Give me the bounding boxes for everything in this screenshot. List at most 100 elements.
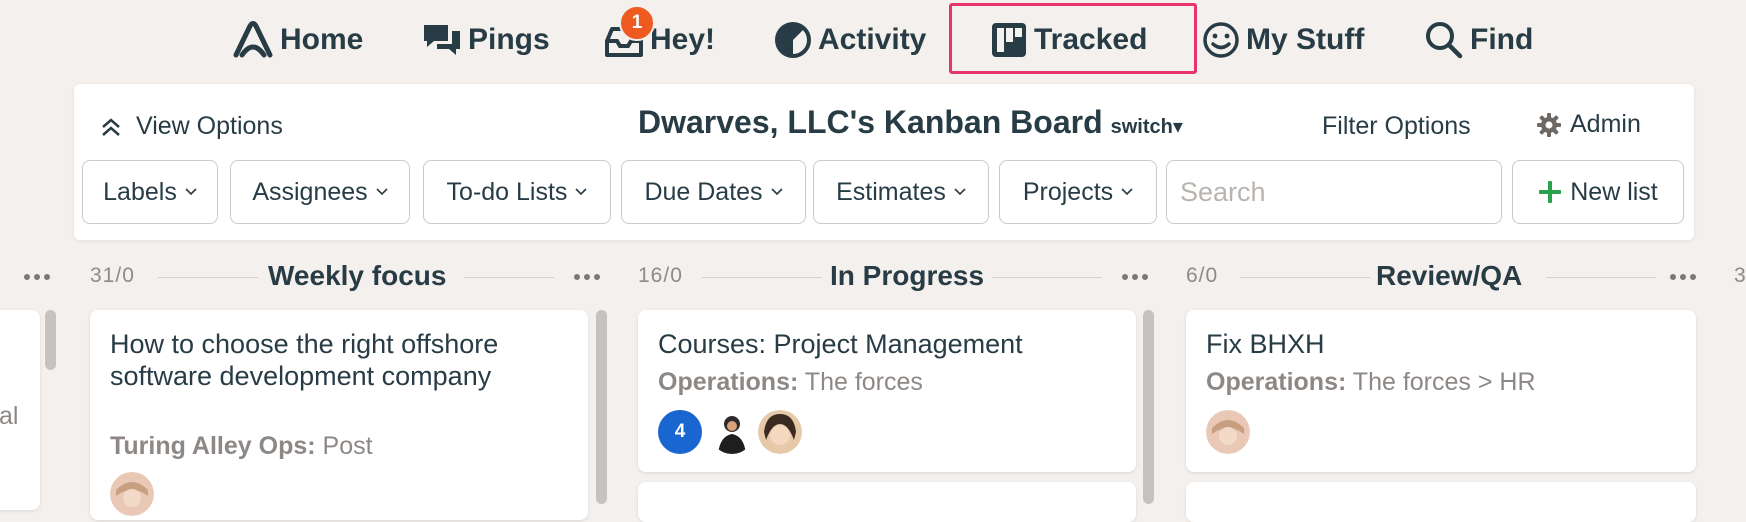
filter-labels-label: Labels	[103, 177, 177, 206]
column-header-weekly-focus: 31/0 Weekly focus	[90, 258, 610, 298]
notification-badge: 1	[619, 5, 655, 41]
card-list: The forces > HR	[1352, 368, 1536, 396]
nav-find-label: Find	[1470, 23, 1534, 56]
nav-my-stuff-label: My Stuff	[1246, 23, 1365, 56]
new-list-label: New list	[1570, 177, 1658, 206]
filter-labels[interactable]: Labels	[82, 160, 218, 224]
avatar[interactable]	[1206, 410, 1250, 454]
column-divider	[702, 277, 822, 278]
nav-activity[interactable]: Activity	[774, 18, 926, 62]
card-meta: Operations: The forces	[658, 368, 923, 397]
card-list: Post	[322, 432, 373, 460]
kanban-icon	[992, 23, 1026, 57]
nav-home[interactable]: Home	[232, 18, 363, 62]
home-icon	[233, 21, 273, 58]
card-in-progress-1[interactable]: Courses: Project Management Operations: …	[638, 310, 1136, 472]
column-header-in-progress: 16/0 In Progress	[638, 258, 1158, 298]
filter-due-dates-label: Due Dates	[644, 177, 763, 206]
filter-assignees-label: Assignees	[252, 177, 368, 206]
top-navigation: Home Pings Hey! 1 Activity Tracked My St…	[0, 0, 1746, 80]
column-count: 6/0	[1186, 264, 1219, 287]
column-divider	[464, 277, 554, 278]
chevron-down-icon	[575, 188, 588, 196]
board-title: Dwarves, LLC's Kanban Board switch▾	[638, 104, 1183, 141]
avatar[interactable]	[710, 410, 754, 454]
column-title[interactable]: Weekly focus	[268, 260, 446, 292]
card-list: The forces	[804, 368, 923, 396]
view-options-toggle[interactable]: View Options	[100, 112, 283, 141]
filter-todo-lists-label: To-do Lists	[446, 177, 568, 206]
chevron-down-icon	[770, 188, 783, 196]
filter-estimates[interactable]: Estimates	[813, 160, 989, 224]
switch-board-button[interactable]: switch▾	[1111, 116, 1183, 138]
filter-options-button[interactable]: Filter Options	[1322, 112, 1471, 141]
chevron-down-icon	[954, 188, 966, 196]
double-chevron-up-icon	[102, 117, 120, 136]
chevron-down-icon	[376, 188, 388, 196]
new-list-button[interactable]: New list	[1512, 160, 1684, 224]
filter-assignees[interactable]: Assignees	[230, 160, 410, 224]
avatar[interactable]	[758, 410, 802, 454]
card-partial-text: al	[0, 402, 19, 430]
column-menu-button[interactable]	[24, 274, 50, 280]
card-title: Fix BHXH	[1206, 329, 1325, 359]
column-divider	[1546, 277, 1656, 278]
column-divider	[158, 277, 258, 278]
nav-pings-label: Pings	[468, 23, 550, 56]
filter-due-dates[interactable]: Due Dates	[621, 160, 806, 224]
column-menu-button[interactable]	[574, 274, 600, 280]
chevron-down-icon	[185, 188, 197, 196]
activity-icon	[775, 22, 811, 58]
card-title: Courses: Project Management	[658, 329, 1023, 359]
card-review-qa-2[interactable]	[1186, 482, 1696, 522]
admin-label: Admin	[1570, 110, 1641, 138]
filter-projects[interactable]: Projects	[999, 160, 1157, 224]
card-partial-left[interactable]: al	[0, 310, 40, 510]
avatar[interactable]	[110, 472, 154, 516]
board-title-text: Dwarves, LLC's Kanban Board	[638, 104, 1103, 140]
nav-home-label: Home	[280, 23, 364, 56]
card-meta: Operations: The forces > HR	[1206, 368, 1536, 397]
column-title[interactable]: In Progress	[830, 260, 984, 292]
scrollbar-thumb[interactable]	[45, 310, 56, 370]
filter-todo-lists[interactable]: To-do Lists	[423, 160, 611, 224]
nav-activity-label: Activity	[818, 23, 927, 56]
card-meta: Turing Alley Ops: Post	[110, 432, 373, 461]
column-divider	[992, 277, 1102, 278]
plus-icon	[1539, 181, 1562, 203]
card-in-progress-2[interactable]	[638, 482, 1136, 522]
nav-tracked[interactable]: Tracked	[990, 18, 1147, 62]
admin-button[interactable]: Admin	[1536, 110, 1641, 139]
assignee-count-badge[interactable]: 4	[658, 410, 702, 454]
chevron-down-icon	[1121, 188, 1133, 196]
gear-icon	[1537, 112, 1561, 137]
card-review-qa-1[interactable]: Fix BHXH Operations: The forces > HR	[1186, 310, 1696, 472]
column-header-review-qa: 6/0 Review/QA	[1186, 258, 1706, 298]
card-project: Turing Alley Ops:	[110, 432, 316, 460]
nav-tracked-label: Tracked	[1034, 23, 1148, 56]
card-project: Operations:	[1206, 368, 1347, 396]
pings-icon	[424, 25, 460, 55]
nav-pings[interactable]: Pings	[422, 18, 550, 62]
nav-find[interactable]: Find	[1424, 18, 1533, 62]
view-options-label: View Options	[136, 112, 283, 140]
filter-estimates-label: Estimates	[836, 177, 946, 206]
smiley-icon	[1203, 22, 1239, 58]
column-divider	[1240, 277, 1370, 278]
nav-hey-label: Hey!	[650, 23, 716, 56]
search-input[interactable]	[1166, 160, 1502, 224]
card-project: Operations:	[658, 368, 799, 396]
column-count: 16/0	[638, 264, 683, 287]
column-menu-button[interactable]	[1122, 274, 1148, 280]
nav-my-stuff[interactable]: My Stuff	[1202, 18, 1364, 62]
board-options-panel: View Options Dwarves, LLC's Kanban Board…	[74, 84, 1694, 240]
column-count: 31/0	[90, 264, 135, 287]
column-menu-button[interactable]	[1670, 274, 1696, 280]
filter-projects-label: Projects	[1022, 177, 1114, 206]
scrollbar-thumb[interactable]	[596, 310, 607, 504]
column-count-partial: 3	[1734, 264, 1746, 287]
column-title[interactable]: Review/QA	[1376, 260, 1522, 292]
card-title: How to choose the right offshore softwar…	[110, 329, 499, 391]
card-weekly-focus-1[interactable]: How to choose the right offshore softwar…	[90, 310, 588, 520]
scrollbar-thumb[interactable]	[1143, 310, 1154, 504]
